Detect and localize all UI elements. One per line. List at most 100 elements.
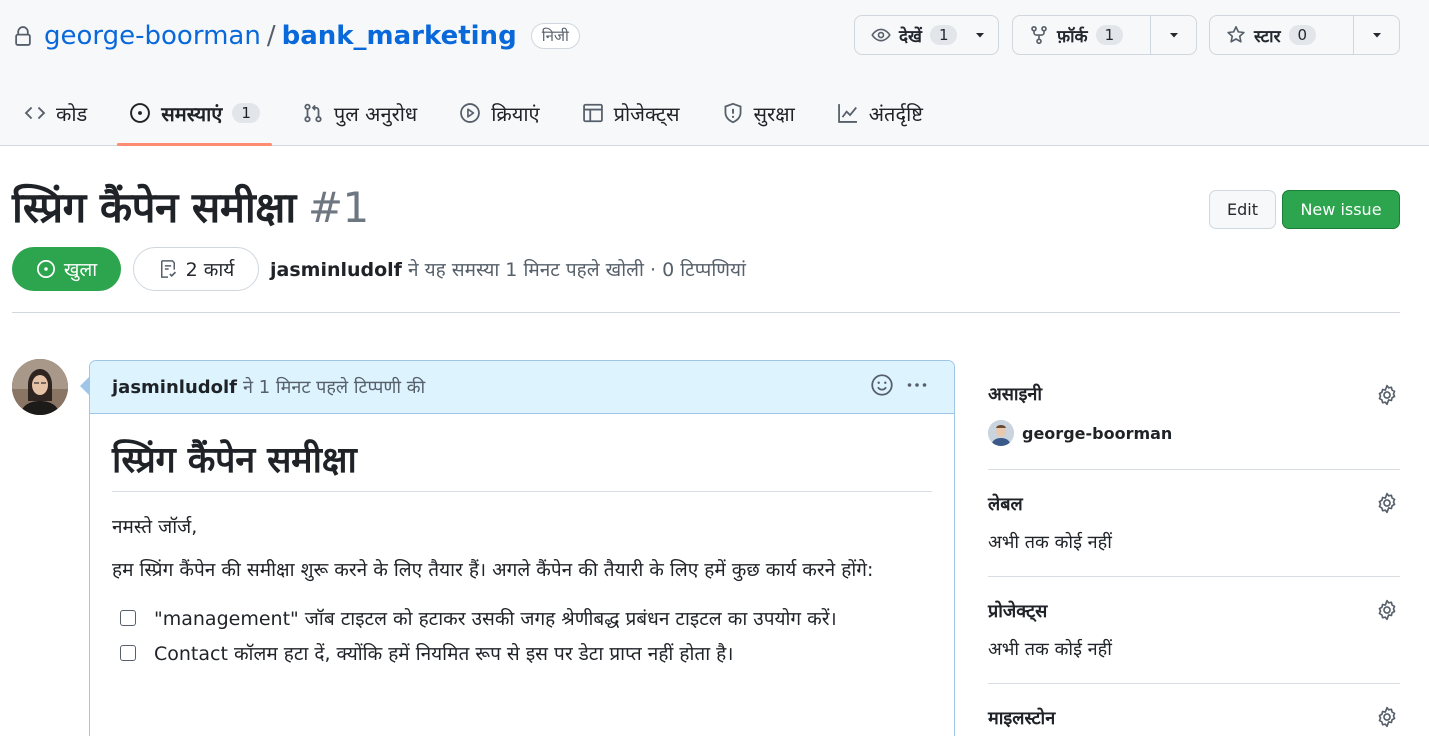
triangle-down-icon xyxy=(1372,33,1381,38)
task-text: "management" जॉब टाइटल को हटाकर उसकी जगह… xyxy=(154,607,837,630)
tasks-badge[interactable]: 2 कार्य xyxy=(133,247,259,291)
comment-arrow xyxy=(80,377,89,395)
fork-button-group: फ़ॉर्क 1 xyxy=(1012,15,1197,55)
issue-number: #1 xyxy=(307,183,369,232)
tab-projects-label: प्रोजेक्ट्स xyxy=(613,101,680,126)
fork-count: 1 xyxy=(1095,25,1124,45)
tab-insights-label: अंतर्दृष्टि xyxy=(868,101,923,126)
task-text: Contact कॉलम हटा दें, क्योंकि हमें नियमि… xyxy=(154,642,734,665)
new-issue-button[interactable]: New issue xyxy=(1282,190,1400,229)
issue-title: स्प्रिंग कैंपेन समीक्षा #1 xyxy=(12,178,369,235)
play-icon xyxy=(460,103,481,123)
star-count: 0 xyxy=(1288,25,1317,45)
tab-security-label: सुरक्षा xyxy=(753,101,795,126)
tab-pull-requests-label: पुल अनुरोध xyxy=(333,101,418,126)
tab-insights[interactable]: अंतर्दृष्टि xyxy=(825,88,935,138)
issue-meta-text: ने यह समस्या 1 मिनट पहले खोली · 0 टिप्पण… xyxy=(408,259,746,281)
sidebar-projects: प्रोजेक्ट्स अभी तक कोई नहीं xyxy=(988,577,1400,684)
user-avatar-image xyxy=(12,359,68,415)
comment-heading: स्प्रिंग कैंपेन समीक्षा xyxy=(112,434,932,492)
gear-icon[interactable] xyxy=(1376,599,1398,621)
task-checkbox[interactable] xyxy=(120,644,136,661)
milestone-heading: माइलस्टोन xyxy=(988,708,1056,729)
status-label: खुला xyxy=(63,259,98,281)
kebab-horizontal-icon[interactable] xyxy=(904,373,930,397)
projects-heading: प्रोजेक्ट्स xyxy=(988,601,1048,622)
tab-code-label: कोड xyxy=(56,101,88,126)
projects-value: अभी तक कोई नहीं xyxy=(988,639,1112,660)
issue-title-text: स्प्रिंग कैंपेन समीक्षा xyxy=(12,183,296,232)
tab-pull-requests[interactable]: पुल अनुरोध xyxy=(290,88,429,138)
code-icon xyxy=(24,106,46,120)
visibility-badge: निजी xyxy=(530,23,580,49)
comment-paragraph: हम स्प्रिंग कैंपेन की समीक्षा शुरू करने … xyxy=(112,559,874,581)
comment-meta: ने 1 मिनट पहले टिप्पणी की xyxy=(243,377,426,398)
gear-icon[interactable] xyxy=(1376,384,1398,406)
eye-icon xyxy=(871,28,891,42)
comment-header: jasminludolf ने 1 मिनट पहले टिप्पणी की xyxy=(90,361,954,414)
issue-meta: jasminludolf ने यह समस्या 1 मिनट पहले खो… xyxy=(270,256,746,282)
repo-owner-link[interactable]: george-boorman xyxy=(44,21,261,51)
comment-greeting: नमस्ते जॉर्ज, xyxy=(112,516,198,538)
avatar[interactable] xyxy=(12,359,68,415)
task-checkbox[interactable] xyxy=(120,609,136,626)
assignee-avatar-image xyxy=(988,420,1014,446)
edit-button[interactable]: Edit xyxy=(1209,190,1276,229)
gear-icon[interactable] xyxy=(1376,492,1398,514)
tasks-label: 2 कार्य xyxy=(185,259,235,281)
repo-name-link[interactable]: bank_marketing xyxy=(282,21,517,51)
tab-code[interactable]: कोड xyxy=(12,88,99,138)
tab-issues-count: 1 xyxy=(232,103,260,123)
header-divider xyxy=(12,312,1400,313)
star-dropdown[interactable] xyxy=(1353,16,1399,54)
star-button[interactable]: स्टार 0 xyxy=(1210,16,1353,54)
comment-author-link[interactable]: jasminludolf xyxy=(112,377,237,398)
watch-count: 1 xyxy=(929,25,958,45)
list-item: Contact कॉलम हटा दें, क्योंकि हमें नियमि… xyxy=(112,635,932,670)
tab-security[interactable]: सुरक्षा xyxy=(710,88,807,138)
tab-actions[interactable]: क्रियाएं xyxy=(447,88,551,138)
comment-box: jasminludolf ने 1 मिनट पहले टिप्पणी की स… xyxy=(89,360,955,736)
issue-sidebar: असाइनी george-boorman लेबल अभी तक कोई नह… xyxy=(988,360,1400,736)
watch-label: देखें xyxy=(899,26,922,47)
table-icon xyxy=(582,103,603,123)
assignee-item[interactable]: george-boorman xyxy=(988,420,1400,446)
tab-projects[interactable]: प्रोजेक्ट्स xyxy=(570,88,692,138)
issue-open-icon xyxy=(36,260,55,278)
assignee-name: george-boorman xyxy=(1022,423,1173,443)
graph-icon xyxy=(837,104,857,123)
triangle-down-icon xyxy=(1169,33,1178,38)
watch-button[interactable]: देखें 1 xyxy=(855,16,963,54)
fork-dropdown[interactable] xyxy=(1150,16,1196,54)
sidebar-labels: लेबल अभी तक कोई नहीं xyxy=(988,470,1400,577)
watch-button-group: देखें 1 xyxy=(854,15,999,55)
triangle-down-icon xyxy=(976,33,985,38)
labels-value: अभी तक कोई नहीं xyxy=(988,532,1112,553)
checklist-icon xyxy=(160,260,176,278)
assignees-heading: असाइनी xyxy=(988,384,1043,405)
tab-issues[interactable]: समस्याएं 1 xyxy=(117,88,272,146)
watch-dropdown[interactable] xyxy=(963,16,997,54)
comment-body: स्प्रिंग कैंपेन समीक्षा नमस्ते जॉर्ज, हम… xyxy=(90,414,954,670)
comment-tools xyxy=(870,373,930,397)
sidebar-milestone: माइलस्टोन xyxy=(988,684,1400,736)
fork-button[interactable]: फ़ॉर्क 1 xyxy=(1013,16,1150,54)
tab-issues-label: समस्याएं xyxy=(161,101,223,126)
star-label: स्टार xyxy=(1254,26,1281,47)
pull-request-icon xyxy=(304,103,322,123)
star-icon xyxy=(1227,26,1245,43)
fork-icon xyxy=(1031,25,1047,45)
assignee-avatar xyxy=(988,420,1014,446)
tab-actions-label: क्रियाएं xyxy=(491,101,540,126)
gear-icon[interactable] xyxy=(1376,706,1398,728)
issue-author-link[interactable]: jasminludolf xyxy=(270,259,402,281)
list-item: "management" जॉब टाइटल को हटाकर उसकी जगह… xyxy=(112,600,932,635)
labels-heading: लेबल xyxy=(988,494,1023,515)
smiley-icon[interactable] xyxy=(870,373,894,397)
repo-header: george-boorman / bank_marketing निजी देख… xyxy=(0,0,1429,146)
fork-label: फ़ॉर्क xyxy=(1057,26,1088,47)
repo-title: george-boorman / bank_marketing निजी xyxy=(12,16,580,56)
sidebar-assignees: असाइनी george-boorman xyxy=(988,360,1400,470)
shield-icon xyxy=(724,102,741,124)
repo-tabs: कोड समस्याएं 1 पुल अनुरोध क्रियाएं प्रोज… xyxy=(0,88,953,146)
